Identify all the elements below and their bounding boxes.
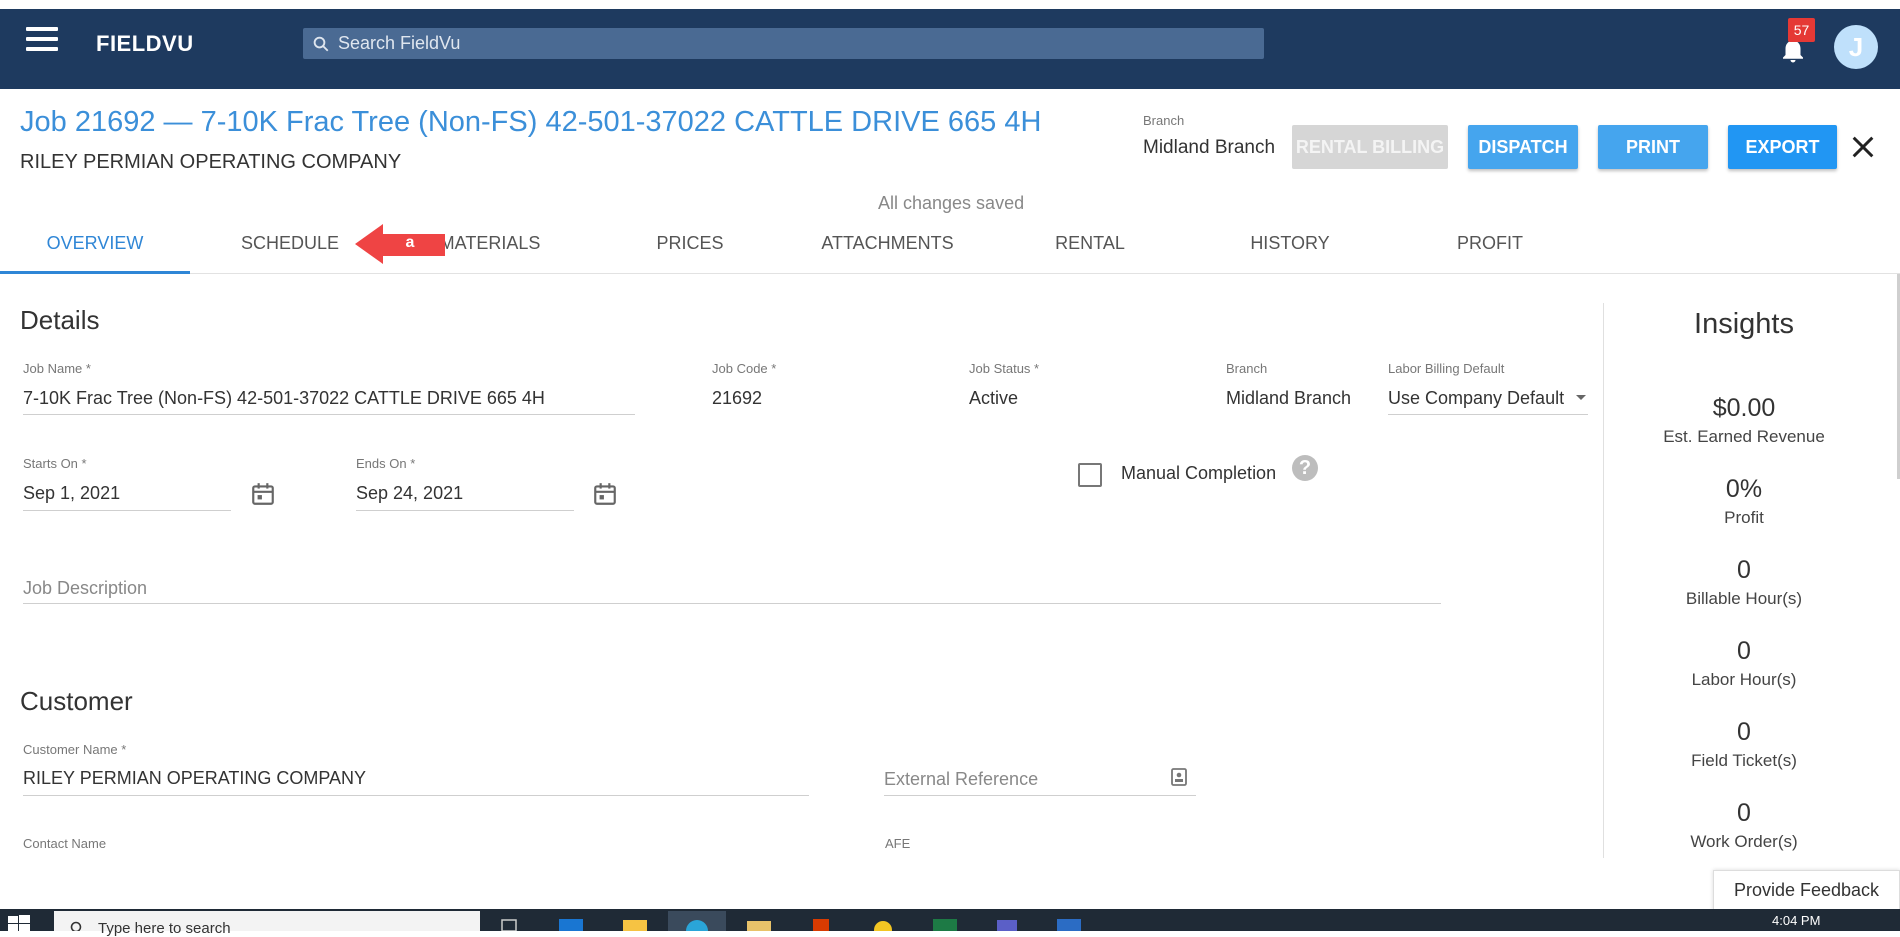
- starts-on-field[interactable]: Sep 1, 2021: [23, 483, 120, 504]
- insight-value: $0.00: [1712, 394, 1776, 422]
- close-icon[interactable]: [1849, 133, 1877, 161]
- tab-schedule[interactable]: SCHEDULE: [220, 222, 360, 274]
- search-icon: [313, 36, 329, 51]
- branch-label: Branch: [1143, 113, 1185, 128]
- details-title: Details: [20, 305, 100, 335]
- insight-value: 0: [1737, 637, 1751, 665]
- clock: 4:04 PM: [1772, 913, 1821, 928]
- tab-materials[interactable]: MATERIALS: [430, 222, 550, 274]
- help-icon[interactable]: ?: [1292, 455, 1318, 481]
- job-code-label: Job Code *: [712, 361, 777, 376]
- labor-billing-underline: [1388, 414, 1588, 415]
- job-name-underline: [23, 414, 635, 415]
- insight-value: 0%: [1725, 475, 1763, 503]
- export-button[interactable]: EXPORT: [1728, 125, 1837, 169]
- labor-billing-label: Labor Billing Default: [1388, 361, 1505, 376]
- contact-card-icon[interactable]: [1170, 767, 1188, 787]
- tab-profit[interactable]: PROFIT: [1440, 222, 1540, 274]
- app-icon[interactable]: [869, 918, 897, 931]
- outlook-icon[interactable]: [557, 918, 585, 931]
- manual-completion-label: Manual Completion: [1121, 463, 1277, 483]
- afe-label: AFE: [885, 836, 911, 851]
- rental-billing-button[interactable]: RENTAL BILLING: [1292, 125, 1448, 169]
- menu-icon[interactable]: [26, 27, 58, 53]
- tab-bar: OVERVIEW SCHEDULE MATERIALS PRICES ATTAC…: [0, 222, 1900, 274]
- search-icon: [70, 921, 82, 931]
- job-description-underline: [23, 603, 1441, 604]
- page-title: Job 21692 — 7-10K Frac Tree (Non-FS) 42-…: [20, 106, 1042, 138]
- insight-label: Billable Hour(s): [1685, 589, 1803, 608]
- insight-label: Est. Earned Revenue: [1663, 427, 1825, 446]
- insight-label: Labor Hour(s): [1691, 670, 1797, 689]
- branch-field[interactable]: Midland Branch: [1226, 388, 1351, 409]
- chevron-down-icon[interactable]: [1574, 392, 1588, 402]
- insight-label: Profit: [1724, 508, 1764, 527]
- tab-history[interactable]: HISTORY: [1240, 222, 1340, 274]
- ends-on-label: Ends On *: [356, 456, 416, 471]
- notification-badge: 57: [1788, 18, 1815, 42]
- edge-icon[interactable]: [683, 918, 711, 931]
- job-status-label: Job Status *: [969, 361, 1040, 376]
- file-explorer-icon[interactable]: [621, 918, 649, 931]
- print-button[interactable]: PRINT: [1598, 125, 1708, 169]
- customer-name-label: Customer Name *: [23, 742, 127, 757]
- external-reference-underline: [884, 795, 1196, 796]
- external-reference-input[interactable]: External Reference: [884, 769, 1038, 790]
- calendar-icon[interactable]: [592, 481, 618, 507]
- insight-value: 0: [1737, 718, 1751, 746]
- contact-name-label: Contact Name: [23, 836, 107, 851]
- ends-on-underline: [356, 510, 574, 511]
- tab-overview[interactable]: OVERVIEW: [0, 222, 190, 274]
- customer-name-field[interactable]: RILEY PERMIAN OPERATING COMPANY: [23, 768, 366, 789]
- job-code-field[interactable]: 21692: [712, 388, 762, 409]
- save-status: All changes saved: [878, 193, 1025, 213]
- starts-on-underline: [23, 510, 231, 511]
- taskbar-search-text: Type here to search: [98, 920, 231, 937]
- excel-icon[interactable]: [931, 918, 959, 931]
- company-name: RILEY PERMIAN OPERATING COMPANY: [20, 151, 402, 173]
- windows-start-icon[interactable]: [8, 914, 30, 931]
- dispatch-button[interactable]: DISPATCH: [1468, 125, 1578, 169]
- avatar[interactable]: J: [1834, 25, 1878, 69]
- search-input[interactable]: [338, 33, 1238, 54]
- tab-rental[interactable]: RENTAL: [1040, 222, 1140, 274]
- ends-on-field[interactable]: Sep 24, 2021: [356, 483, 463, 504]
- office-icon[interactable]: [807, 918, 835, 931]
- top-strip: [0, 0, 1900, 9]
- customer-name-underline: [23, 795, 809, 796]
- tab-prices[interactable]: PRICES: [640, 222, 740, 274]
- branch-value: Midland Branch: [1143, 137, 1276, 158]
- manual-completion-checkbox[interactable]: [1078, 463, 1102, 487]
- provide-feedback-button[interactable]: Provide Feedback: [1713, 870, 1900, 911]
- insight-label: Work Order(s): [1690, 832, 1798, 851]
- insights-title: Insights: [1694, 308, 1794, 340]
- branch-field-label: Branch: [1226, 361, 1268, 376]
- annotation-label: a: [405, 234, 415, 251]
- teams-icon[interactable]: [993, 918, 1021, 931]
- job-name-label: Job Name *: [23, 361, 91, 376]
- job-name-field[interactable]: 7-10K Frac Tree (Non-FS) 42-501-37022 CA…: [23, 388, 545, 409]
- app-icon[interactable]: [745, 918, 773, 931]
- calendar-icon[interactable]: [250, 481, 276, 507]
- labor-billing-select[interactable]: Use Company Default: [1388, 388, 1564, 409]
- insight-value: 0: [1737, 556, 1751, 584]
- customer-title: Customer: [20, 686, 133, 716]
- search-bar[interactable]: [303, 28, 1264, 59]
- insight-value: 0: [1737, 799, 1751, 827]
- word-icon[interactable]: [1055, 918, 1083, 931]
- job-description-input[interactable]: Job Description: [23, 578, 147, 599]
- task-view-icon[interactable]: [498, 918, 526, 931]
- brand-logo[interactable]: FIELDVU: [96, 31, 194, 57]
- starts-on-label: Starts On *: [23, 456, 87, 471]
- tab-attachments[interactable]: ATTACHMENTS: [810, 222, 965, 274]
- insight-label: Field Ticket(s): [1691, 751, 1797, 770]
- job-status-field[interactable]: Active: [969, 388, 1018, 409]
